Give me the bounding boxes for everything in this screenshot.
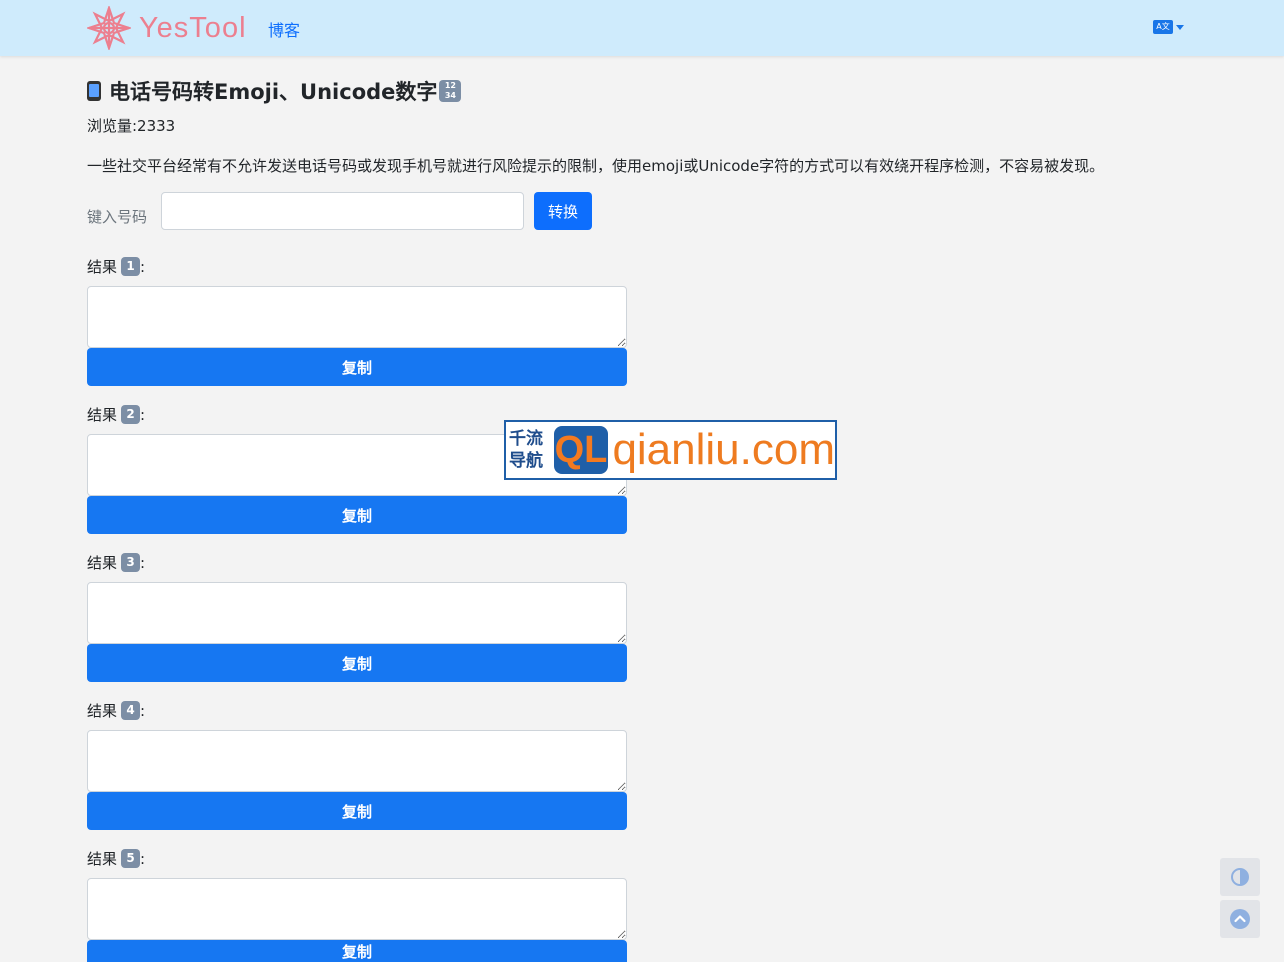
mobile-phone-icon — [87, 81, 101, 101]
copy-button-4[interactable]: 复制 — [87, 792, 627, 830]
keycap-4-icon: 4 — [121, 701, 141, 720]
result-label-text: 结果 — [87, 850, 118, 868]
result-textarea-4[interactable] — [87, 730, 627, 792]
watermark-cn-line1: 千流 — [509, 429, 543, 449]
page-description: 一些社交平台经常有不允许发送电话号码或发现手机号就进行风险提示的限制，使用emo… — [87, 157, 1105, 175]
result-textarea-1[interactable] — [87, 286, 627, 348]
result-label-colon: : — [140, 849, 146, 868]
result-label-4: 结果 4 : — [87, 700, 145, 721]
result-label-3: 结果 3 : — [87, 552, 145, 573]
watermark-cn-text: 千流 导航 — [509, 428, 551, 472]
result-label-text: 结果 — [87, 554, 118, 572]
result-label-text: 结果 — [87, 406, 118, 424]
result-label-5: 结果 5 : — [87, 848, 145, 869]
qianliu-watermark: 千流 导航 QL qianliu.com — [504, 420, 837, 480]
copy-button-1[interactable]: 复制 — [87, 348, 627, 386]
result-label-2: 结果 2 : — [87, 404, 145, 425]
convert-button[interactable]: 转换 — [534, 192, 592, 230]
copy-button-5[interactable]: 复制 — [87, 940, 627, 962]
phone-number-input[interactable] — [161, 192, 524, 230]
result-label-1: 结果 1 : — [87, 256, 145, 277]
nav-link-blog[interactable]: 博客 — [268, 17, 300, 41]
keycap-3-icon: 3 — [121, 553, 141, 572]
result-label-colon: : — [140, 701, 146, 720]
watermark-cn-line2: 导航 — [509, 451, 543, 471]
page-title-text: 电话号码转Emoji、Unicode数字 — [109, 80, 438, 104]
watermark-url: qianliu.com — [612, 425, 835, 474]
phone-input-label: 键入号码 — [87, 208, 148, 226]
theme-toggle-button[interactable] — [1220, 858, 1260, 896]
page-title: 电话号码转Emoji、Unicode数字 12 34 — [87, 76, 462, 106]
keycap-1-icon: 1 — [121, 257, 141, 276]
result-textarea-5[interactable] — [87, 878, 627, 940]
caret-down-icon — [1176, 24, 1184, 30]
translate-icon: A文 — [1153, 20, 1173, 34]
copy-button-3[interactable]: 复制 — [87, 644, 627, 682]
keycap-2-icon: 2 — [121, 405, 141, 424]
result-label-colon: : — [140, 553, 146, 572]
result-textarea-3[interactable] — [87, 582, 627, 644]
arrow-up-circle-icon — [1230, 909, 1250, 929]
brand-logo-link[interactable]: YesTool — [87, 6, 247, 50]
copy-button-2[interactable]: 复制 — [87, 496, 627, 534]
brand-name: YesTool — [139, 11, 247, 44]
view-count: 浏览量:2333 — [87, 117, 176, 135]
back-to-top-button[interactable] — [1220, 900, 1260, 938]
keycap-1234-icon: 12 34 — [439, 80, 462, 102]
watermark-ql-logo: QL — [553, 426, 609, 474]
snowflake-logo-icon — [87, 6, 131, 50]
keycap-5-icon: 5 — [121, 849, 141, 868]
navbar: YesTool 博客 A文 — [0, 0, 1284, 56]
result-label-colon: : — [140, 405, 146, 424]
contrast-icon — [1231, 868, 1249, 886]
result-label-text: 结果 — [87, 258, 118, 276]
result-label-colon: : — [140, 257, 146, 276]
language-dropdown[interactable]: A文 — [1153, 20, 1184, 34]
result-label-text: 结果 — [87, 702, 118, 720]
